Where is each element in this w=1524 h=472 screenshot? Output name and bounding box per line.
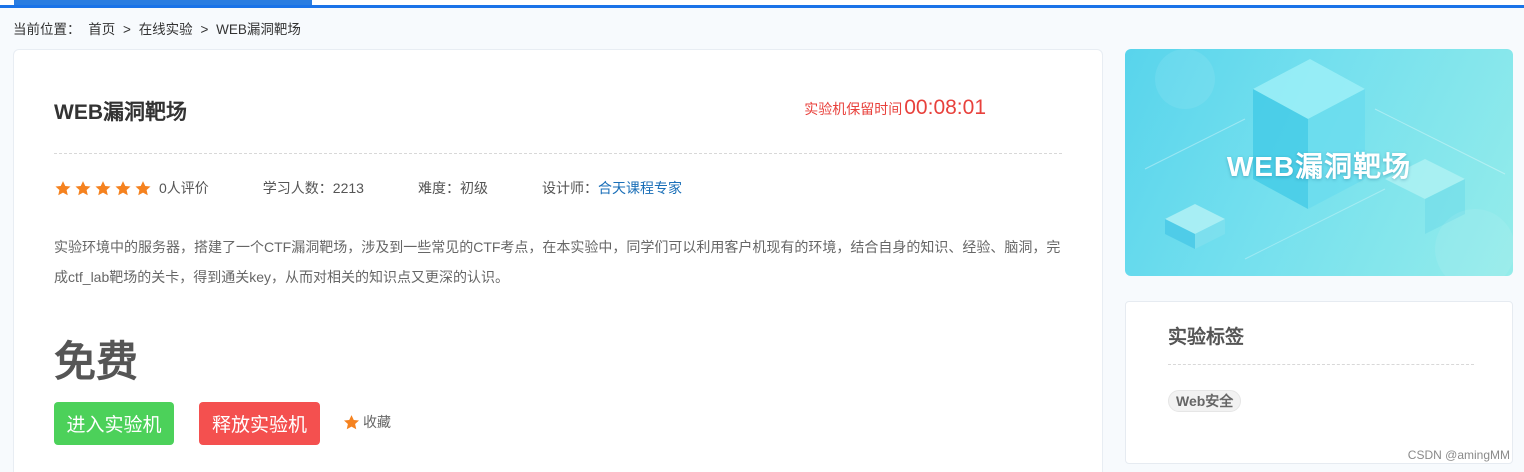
- learner-count: 学习人数：2213: [262, 180, 364, 196]
- lab-banner-image: WEB漏洞靶场: [1125, 49, 1513, 276]
- watermark: CSDN @amingMM: [1407, 448, 1510, 462]
- star-icon: [75, 180, 91, 195]
- lab-description: 实验环境中的服务器，搭建了一个CTF漏洞靶场，涉及到一些常见的CTF考点，在本实…: [54, 239, 1061, 285]
- lab-tags-card: 实验标签 Web安全: [1125, 301, 1513, 464]
- breadcrumb-label: 当前位置：: [13, 22, 81, 37]
- top-nav-bar: [0, 0, 1524, 8]
- breadcrumb-current: WEB漏洞靶场: [216, 22, 301, 37]
- breadcrumb-home[interactable]: 首页: [88, 22, 115, 37]
- breadcrumb-separator: >: [123, 22, 131, 37]
- title-divider: [54, 153, 1062, 154]
- active-nav-tab[interactable]: [14, 0, 312, 5]
- breadcrumb-separator: >: [200, 22, 209, 37]
- breadcrumb: 当前位置： 首页 > 在线实验 > WEB漏洞靶场: [13, 18, 305, 38]
- banner-title: WEB漏洞靶场: [1226, 151, 1412, 182]
- reservation-timer: 实验机保留时间00:08:01: [804, 96, 986, 120]
- designer-label: 设计师：: [541, 180, 598, 196]
- star-icon: [95, 180, 111, 195]
- enter-lab-button[interactable]: 进入实验机: [54, 402, 174, 445]
- designer-link[interactable]: 合天课程专家: [598, 178, 682, 198]
- tags-title: 实验标签: [1168, 327, 1245, 348]
- difficulty: 难度：初级: [417, 180, 488, 196]
- release-lab-button[interactable]: 释放实验机: [199, 402, 320, 445]
- star-icon: [55, 180, 71, 195]
- breadcrumb-online-lab[interactable]: 在线实验: [139, 22, 193, 37]
- star-icon: [135, 180, 151, 195]
- timer-value: 00:08:01: [904, 96, 986, 119]
- lab-detail-card: WEB漏洞靶场 实验机保留时间00:08:01 0人评价 学习人数：2213 难…: [13, 49, 1103, 472]
- tags-divider: [1168, 364, 1474, 365]
- lab-meta: 0人评价 学习人数：2213 难度：初级 设计师： 合天课程专家: [54, 178, 682, 198]
- favorite-label: 收藏: [363, 414, 391, 430]
- star-icon: [343, 414, 360, 429]
- tag-web-security[interactable]: Web安全: [1168, 390, 1242, 412]
- timer-label: 实验机保留时间: [804, 101, 903, 117]
- price: 免费: [54, 337, 139, 386]
- rating-stars: [54, 180, 152, 197]
- star-icon: [115, 180, 131, 195]
- favorite-button[interactable]: 收藏: [343, 412, 391, 432]
- lab-title: WEB漏洞靶场: [54, 101, 187, 124]
- rating-count: 0人评价: [159, 180, 209, 196]
